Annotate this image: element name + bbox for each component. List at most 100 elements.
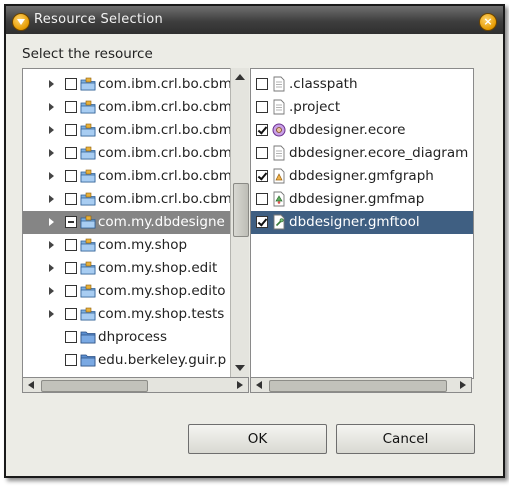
tree-item-label: com.my.dbdesigne (98, 214, 225, 230)
file-label: dbdesigner.gmftool (289, 214, 420, 230)
tree-item[interactable]: com.ibm.crl.bo.cbm (23, 165, 245, 188)
file-checkbox[interactable] (256, 78, 268, 90)
package-folder-icon (80, 145, 96, 161)
scroll-thumb[interactable] (233, 183, 249, 237)
tree-item-label: com.my.shop.tests (98, 306, 225, 322)
list-horizontal-scrollbar[interactable] (250, 377, 472, 393)
tree-item-label: com.ibm.crl.bo.cbm (98, 191, 232, 207)
tree-item[interactable]: com.my.shop.tests (23, 303, 245, 326)
tree-item-checkbox[interactable] (65, 354, 77, 366)
resource-file-list[interactable]: .classpath .project dbdesigner.ecore dbdesi… (250, 68, 474, 379)
file-list-item[interactable]: dbdesigner.ecore (251, 119, 473, 142)
file-list-item[interactable]: dbdesigner.gmftool (251, 211, 473, 234)
file-checkbox[interactable] (256, 124, 268, 136)
scroll-right-arrow-icon[interactable] (460, 381, 466, 389)
folder-icon (80, 352, 96, 368)
tree-item[interactable]: com.ibm.crl.bo.cbm (23, 96, 245, 119)
tree-item[interactable]: edu.berkeley.guir.p (23, 349, 245, 372)
tree-item[interactable]: com.ibm.crl.bo.cbm (23, 188, 245, 211)
expand-arrow-icon[interactable] (49, 149, 54, 157)
scroll-right-arrow-icon[interactable] (237, 381, 243, 389)
file-checkbox[interactable] (256, 147, 268, 159)
package-folder-icon (80, 76, 96, 92)
expand-arrow-icon[interactable] (49, 264, 54, 272)
file-label: dbdesigner.ecore_diagram (289, 145, 469, 161)
text-file-icon (271, 99, 287, 115)
cancel-button[interactable]: Cancel (336, 424, 475, 454)
tree-item[interactable]: com.ibm.crl.bo.cbm (23, 142, 245, 165)
package-folder-icon (80, 237, 96, 253)
tree-item-checkbox[interactable] (65, 170, 77, 182)
tree-item-label: com.ibm.crl.bo.cbm (98, 76, 232, 92)
tree-item-checkbox[interactable] (65, 331, 77, 343)
tree-item[interactable]: com.my.shop.edito (23, 280, 245, 303)
project-tree[interactable]: com.ibm.crl.bo.cbm com.ibm.crl.bo.cbm com.… (22, 68, 246, 379)
gmfmap-file-icon (271, 191, 287, 207)
file-checkbox[interactable] (256, 193, 268, 205)
tree-item[interactable]: com.my.dbdesigne (23, 211, 245, 234)
file-checkbox[interactable] (256, 170, 268, 182)
tree-item[interactable]: com.ibm.crl.bo.cbm (23, 73, 245, 96)
file-list-item[interactable]: dbdesigner.gmfgraph (251, 165, 473, 188)
package-folder-icon (80, 283, 96, 299)
expand-arrow-icon[interactable] (49, 172, 54, 180)
package-folder-icon (80, 99, 96, 115)
ecore-model-icon (271, 122, 287, 138)
file-list-item[interactable]: dbdesigner.ecore_diagram (251, 142, 473, 165)
tree-item[interactable]: com.ibm.crl.bo.cbm (23, 119, 245, 142)
file-label: .project (289, 99, 341, 115)
expand-arrow-icon[interactable] (49, 80, 54, 88)
tree-horizontal-scrollbar[interactable] (22, 377, 249, 393)
expand-arrow-icon[interactable] (49, 103, 54, 111)
tree-item[interactable]: com.my.shop (23, 234, 245, 257)
tree-item-checkbox[interactable] (65, 193, 77, 205)
expand-arrow-icon[interactable] (49, 287, 54, 295)
tree-item-checkbox[interactable] (65, 285, 77, 297)
file-list-item[interactable]: .project (251, 96, 473, 119)
tree-item-checkbox[interactable] (65, 308, 77, 320)
file-list-item[interactable]: .classpath (251, 73, 473, 96)
file-checkbox[interactable] (256, 101, 268, 113)
folder-icon (80, 329, 96, 345)
scroll-thumb[interactable] (269, 380, 447, 392)
package-folder-icon (80, 191, 96, 207)
app-badge-icon (12, 13, 30, 31)
tree-item-label: com.ibm.crl.bo.cbm (98, 168, 232, 184)
scroll-left-arrow-icon[interactable] (28, 381, 34, 389)
tree-item-label: com.my.shop.edit (98, 260, 218, 276)
scroll-left-arrow-icon[interactable] (256, 381, 262, 389)
file-list-item[interactable]: dbdesigner.gmfmap (251, 188, 473, 211)
tree-vertical-scrollbar[interactable] (230, 68, 249, 377)
file-checkbox[interactable] (256, 216, 268, 228)
tree-item-checkbox[interactable] (65, 216, 77, 228)
file-label: dbdesigner.gmfgraph (289, 168, 434, 184)
tree-item-checkbox[interactable] (65, 147, 77, 159)
tree-item[interactable]: dhprocess (23, 326, 245, 349)
tree-item-checkbox[interactable] (65, 101, 77, 113)
tree-item-checkbox[interactable] (65, 262, 77, 274)
ok-button[interactable]: OK (188, 424, 327, 454)
tree-item-label: com.my.shop (98, 237, 188, 253)
expand-arrow-icon[interactable] (49, 241, 54, 249)
scroll-down-arrow-icon[interactable] (235, 365, 245, 371)
tree-item-checkbox[interactable] (65, 239, 77, 251)
title-bar[interactable]: Resource Selection × (6, 6, 503, 34)
scroll-thumb[interactable] (41, 380, 148, 392)
tree-item-label: com.ibm.crl.bo.cbm (98, 145, 232, 161)
tree-item-label: dhprocess (98, 329, 168, 345)
tree-item-checkbox[interactable] (65, 78, 77, 90)
file-label: dbdesigner.gmfmap (289, 191, 425, 207)
file-label: dbdesigner.ecore (289, 122, 406, 138)
package-folder-icon (80, 306, 96, 322)
window-title: Resource Selection (34, 12, 164, 27)
scroll-up-arrow-icon[interactable] (235, 74, 245, 80)
expand-arrow-icon[interactable] (49, 310, 54, 318)
expand-arrow-icon[interactable] (49, 218, 54, 226)
package-folder-icon (80, 214, 96, 230)
close-icon[interactable]: × (479, 13, 497, 31)
prompt-label: Select the resource (22, 46, 153, 62)
expand-arrow-icon[interactable] (49, 126, 54, 134)
tree-item[interactable]: com.my.shop.edit (23, 257, 245, 280)
tree-item-checkbox[interactable] (65, 124, 77, 136)
expand-arrow-icon[interactable] (49, 195, 54, 203)
